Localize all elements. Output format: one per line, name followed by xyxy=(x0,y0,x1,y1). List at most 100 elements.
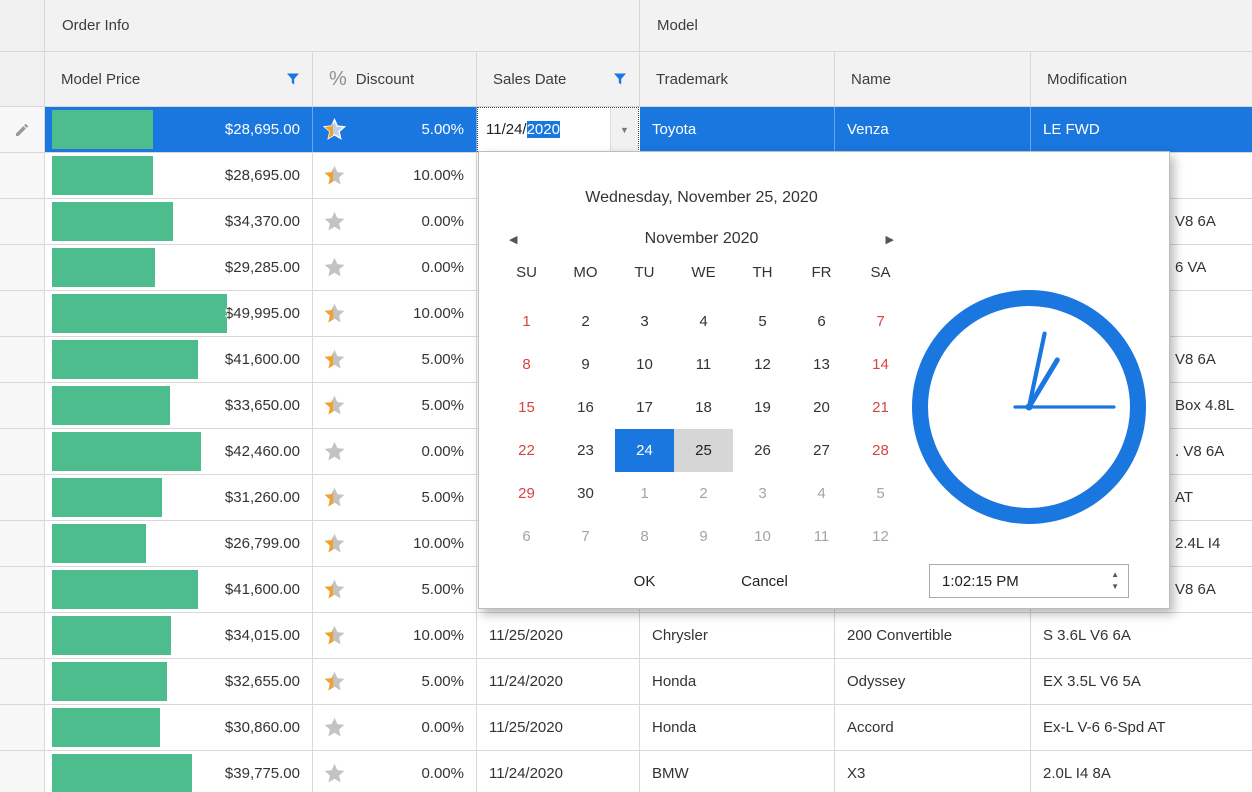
name-cell: Venza xyxy=(835,107,1031,152)
model-price-cell: $28,695.00 $28,695.00 xyxy=(45,153,313,198)
band-order-info[interactable]: Order Info xyxy=(45,0,640,51)
calendar-day[interactable]: 25 xyxy=(674,429,733,472)
calendar-day[interactable]: 23 xyxy=(556,429,615,472)
calendar-day[interactable]: 22 xyxy=(497,429,556,472)
date-input-text[interactable]: 11/24/2020 xyxy=(478,108,610,151)
column-header-name[interactable]: Name xyxy=(835,52,1031,106)
model-price-cell: $30,860.00 $30,860.00 xyxy=(45,705,313,750)
column-header-trademark[interactable]: Trademark xyxy=(640,52,835,106)
calendar-day[interactable]: 7 xyxy=(851,300,910,343)
time-input[interactable]: 1:02:15 PM ▲ ▼ xyxy=(929,564,1129,598)
filter-icon[interactable] xyxy=(613,72,627,86)
calendar-month-label[interactable]: November 2020 xyxy=(517,230,885,248)
table-row[interactable]: $32,655.00 $32,655.00 5.00% 11/24/2020 H… xyxy=(0,659,1252,705)
calendar-day[interactable]: 21 xyxy=(851,386,910,429)
name-cell: X3 xyxy=(835,751,1031,792)
column-header-sales-date[interactable]: Sales Date xyxy=(477,52,640,106)
table-row[interactable]: $39,775.00 $39,775.00 0.00% 11/24/2020 B… xyxy=(0,751,1252,792)
modification-cell: 2.0L I4 8A xyxy=(1031,751,1252,792)
discount-value: 0.00% xyxy=(346,751,476,792)
discount-cell: 5.00% xyxy=(313,337,477,382)
next-month-button[interactable]: ▶ xyxy=(886,233,894,246)
calendar-day[interactable]: 10 xyxy=(615,343,674,386)
discount-cell: 0.00% xyxy=(313,429,477,474)
weekday-label: SU xyxy=(497,258,556,288)
prev-month-button[interactable]: ◀ xyxy=(509,233,517,246)
calendar-day[interactable]: 10 xyxy=(733,515,792,558)
discount-cell: 5.00% xyxy=(313,107,477,152)
pencil-icon xyxy=(14,122,30,138)
cancel-button[interactable]: Cancel xyxy=(717,568,812,596)
calendar-day[interactable]: 4 xyxy=(674,300,733,343)
table-row[interactable]: $34,015.00 $34,015.00 10.00% 11/25/2020 … xyxy=(0,613,1252,659)
discount-value: 0.00% xyxy=(346,429,476,474)
table-row[interactable]: $28,695.00 $28,695.00 5.00% 11/24/2020 ▼… xyxy=(0,107,1252,153)
column-header-discount[interactable]: % Discount xyxy=(313,52,477,106)
calendar-day[interactable]: 29 xyxy=(497,472,556,515)
calendar-day[interactable]: 13 xyxy=(792,343,851,386)
calendar-day[interactable]: 11 xyxy=(674,343,733,386)
calendar-weekday-header: SUMOTUWETHFRSA xyxy=(497,258,910,288)
calendar-day[interactable]: 2 xyxy=(556,300,615,343)
calendar-day[interactable]: 3 xyxy=(733,472,792,515)
column-header-model-price[interactable]: Model Price xyxy=(45,52,313,106)
table-row[interactable]: $30,860.00 $30,860.00 0.00% 11/25/2020 H… xyxy=(0,705,1252,751)
calendar-day[interactable]: 24 xyxy=(615,429,674,472)
spinner-up-button[interactable]: ▲ xyxy=(1111,571,1119,579)
calendar-day[interactable]: 3 xyxy=(615,300,674,343)
calendar-day[interactable]: 4 xyxy=(792,472,851,515)
star-rating-icon xyxy=(323,302,346,325)
calendar-day[interactable]: 8 xyxy=(615,515,674,558)
calendar-day[interactable]: 6 xyxy=(497,515,556,558)
calendar-day[interactable]: 7 xyxy=(556,515,615,558)
calendar-day[interactable]: 27 xyxy=(792,429,851,472)
discount-value: 0.00% xyxy=(346,705,476,750)
calendar-day[interactable]: 1 xyxy=(615,472,674,515)
ok-button[interactable]: OK xyxy=(607,568,682,596)
weekday-label: TH xyxy=(733,258,792,288)
calendar-day[interactable]: 8 xyxy=(497,343,556,386)
calendar-day[interactable]: 16 xyxy=(556,386,615,429)
percent-icon: % xyxy=(329,68,347,91)
calendar-day[interactable]: 18 xyxy=(674,386,733,429)
calendar-day[interactable]: 19 xyxy=(733,386,792,429)
trademark-cell: Toyota xyxy=(640,107,835,152)
row-indicator-cell xyxy=(0,751,45,792)
calendar-day[interactable]: 12 xyxy=(851,515,910,558)
sales-date-cell: 11/24/2020 xyxy=(477,659,640,704)
spinner-down-button[interactable]: ▼ xyxy=(1111,583,1119,591)
calendar-day[interactable]: 12 xyxy=(733,343,792,386)
calendar-day[interactable]: 9 xyxy=(556,343,615,386)
calendar-day[interactable]: 6 xyxy=(792,300,851,343)
star-rating-icon xyxy=(323,716,346,739)
calendar-selected-date-title: Wednesday, November 25, 2020 xyxy=(479,186,924,210)
calendar-day[interactable]: 9 xyxy=(674,515,733,558)
model-price-cell: $41,600.00 $41,600.00 xyxy=(45,337,313,382)
calendar-day[interactable]: 5 xyxy=(733,300,792,343)
calendar-day[interactable]: 14 xyxy=(851,343,910,386)
calendar-day[interactable]: 5 xyxy=(851,472,910,515)
trademark-cell: Chrysler xyxy=(640,613,835,658)
calendar-day[interactable]: 2 xyxy=(674,472,733,515)
calendar-day[interactable]: 20 xyxy=(792,386,851,429)
model-price-cell: $31,260.00 $31,260.00 xyxy=(45,475,313,520)
calendar-day[interactable]: 30 xyxy=(556,472,615,515)
star-rating-icon xyxy=(323,440,346,463)
calendar-day[interactable]: 1 xyxy=(497,300,556,343)
calendar-day[interactable]: 26 xyxy=(733,429,792,472)
dropdown-button[interactable]: ▼ xyxy=(610,108,638,151)
calendar-day[interactable]: 28 xyxy=(851,429,910,472)
filter-icon[interactable] xyxy=(286,72,300,86)
star-rating-icon xyxy=(323,118,346,141)
calendar-day[interactable]: 17 xyxy=(615,386,674,429)
model-price-cell: $49,995.00 $49,995.00 xyxy=(45,291,313,336)
discount-value: 10.00% xyxy=(346,153,476,198)
calendar-day[interactable]: 15 xyxy=(497,386,556,429)
calendar-day[interactable]: 11 xyxy=(792,515,851,558)
column-header-modification[interactable]: Modification xyxy=(1031,52,1252,106)
chevron-down-icon: ▼ xyxy=(620,125,629,135)
model-price-cell: $26,799.00 $26,799.00 xyxy=(45,521,313,566)
sales-date-editor[interactable]: 11/24/2020 ▼ xyxy=(477,107,639,152)
band-model[interactable]: Model xyxy=(640,0,1252,51)
discount-cell: 5.00% xyxy=(313,475,477,520)
